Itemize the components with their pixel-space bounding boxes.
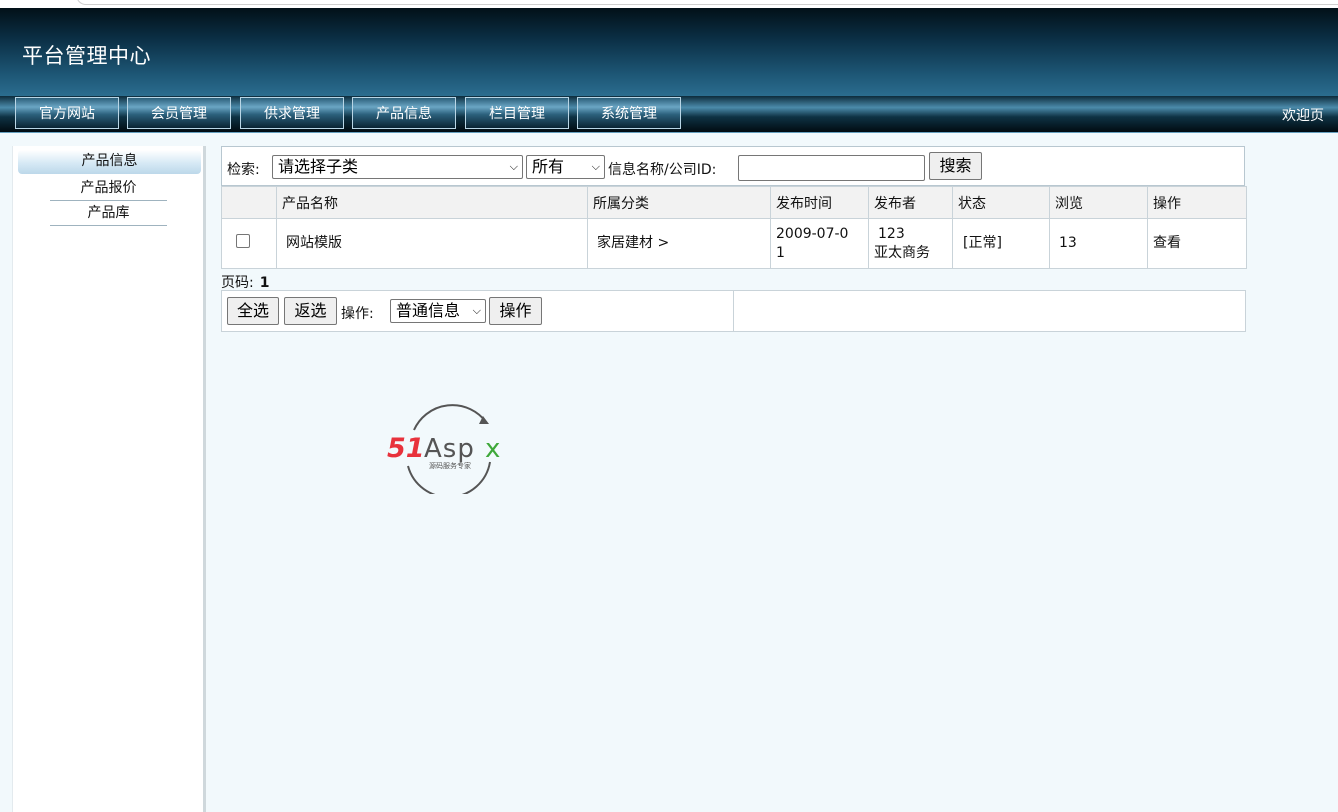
- search-bar: 检索: 请选择子类 ⌵ 所有 ⌵ 信息名称/公司ID: 搜索: [221, 146, 1245, 186]
- pager-label: 页码:: [221, 275, 254, 291]
- table-header-row: 产品名称 所属分类 发布时间 发布者 状态 浏览 操作: [221, 186, 1247, 219]
- page-title: 平台管理中心: [22, 44, 151, 68]
- pager: 页码: 1: [221, 272, 269, 292]
- 51aspx-logo: 51 Asp x 源码服务专家: [387, 404, 500, 494]
- header-publisher: 发布者: [868, 186, 953, 219]
- publisher-cell: 123 亚太商务: [868, 218, 953, 269]
- category-cell: 家居建材 >: [587, 218, 771, 269]
- row-select-cell: [221, 218, 277, 269]
- operation-label: 操作:: [341, 306, 374, 322]
- current-page[interactable]: 1: [260, 275, 270, 291]
- select-all-button[interactable]: 全选: [227, 297, 279, 325]
- scope-select[interactable]: 所有 ⌵: [526, 155, 605, 179]
- status-cell: [正常]: [952, 218, 1050, 269]
- sidebar: 产品信息 产品报价 产品库: [12, 146, 206, 812]
- header-views: 浏览: [1049, 186, 1148, 219]
- row-checkbox[interactable]: [236, 233, 250, 248]
- header-status: 状态: [952, 186, 1050, 219]
- views-cell: 13: [1049, 218, 1148, 269]
- nav-tab-column-management[interactable]: 栏目管理: [465, 97, 569, 129]
- view-action-link[interactable]: 查看: [1147, 218, 1247, 269]
- table-row: 网站模版 家居建材 > 2009-07-01 123 亚太商务 [正常] 13 …: [221, 218, 1247, 269]
- publisher-name: 亚太商务: [874, 244, 930, 261]
- name-id-label: 信息名称/公司ID:: [608, 162, 717, 178]
- product-name-cell: 网站模版: [276, 218, 588, 269]
- nav-tab-supply-demand[interactable]: 供求管理: [240, 97, 344, 129]
- operation-type-select[interactable]: 普通信息 ⌵: [390, 299, 486, 323]
- publish-date-cell: 2009-07-01: [770, 218, 869, 269]
- header-checkbox-col: [221, 186, 277, 219]
- chevron-down-icon: ⌵: [591, 160, 600, 173]
- operate-button[interactable]: 操作: [489, 297, 542, 325]
- publisher-id: 123: [878, 225, 905, 242]
- category-select-value: 请选择子类: [278, 157, 359, 176]
- top-nav-bar: 官方网站 会员管理 供求管理 产品信息 栏目管理 系统管理 欢迎页: [0, 96, 1338, 133]
- header-product-name: 产品名称: [276, 186, 588, 219]
- header-actions: 操作: [1147, 186, 1247, 219]
- header-publish-time: 发布时间: [770, 186, 869, 219]
- logo-x: x: [485, 434, 500, 464]
- sidebar-item-product-info[interactable]: 产品信息: [18, 150, 201, 174]
- search-button[interactable]: 搜索: [929, 152, 982, 180]
- header-category: 所属分类: [587, 186, 771, 219]
- search-label: 检索:: [227, 162, 260, 178]
- nav-tab-product-info[interactable]: 产品信息: [352, 97, 456, 129]
- invert-selection-button[interactable]: 返选: [284, 297, 337, 325]
- chevron-down-icon: ⌵: [509, 160, 518, 173]
- welcome-link[interactable]: 欢迎页: [1282, 105, 1324, 125]
- browser-top-strip: [0, 0, 1338, 8]
- logo-tagline: 源码服务专家: [429, 461, 471, 470]
- operation-type-value: 普通信息: [396, 301, 461, 320]
- logo-aspx: Asp: [424, 434, 475, 464]
- category-select[interactable]: 请选择子类 ⌵: [272, 155, 523, 179]
- browser-tab-edge: [76, 0, 1338, 5]
- scope-select-value: 所有: [532, 157, 565, 176]
- action-bar-divider: [733, 291, 734, 331]
- search-input[interactable]: [738, 155, 925, 181]
- product-table: 产品名称 所属分类 发布时间 发布者 状态 浏览 操作 网站模版 家居建材 > …: [221, 186, 1247, 269]
- sidebar-item-product-quote[interactable]: 产品报价: [50, 176, 167, 201]
- header-banner: 平台管理中心: [0, 8, 1338, 96]
- nav-tab-official-site[interactable]: 官方网站: [15, 97, 119, 129]
- sidebar-item-product-library[interactable]: 产品库: [50, 201, 167, 226]
- batch-action-bar: 全选 返选 操作: 普通信息 ⌵ 操作: [221, 290, 1246, 332]
- nav-tab-member-management[interactable]: 会员管理: [127, 97, 231, 129]
- nav-tab-system-management[interactable]: 系统管理: [577, 97, 681, 129]
- chevron-down-icon: ⌵: [472, 304, 481, 317]
- logo-51: 51: [387, 433, 425, 464]
